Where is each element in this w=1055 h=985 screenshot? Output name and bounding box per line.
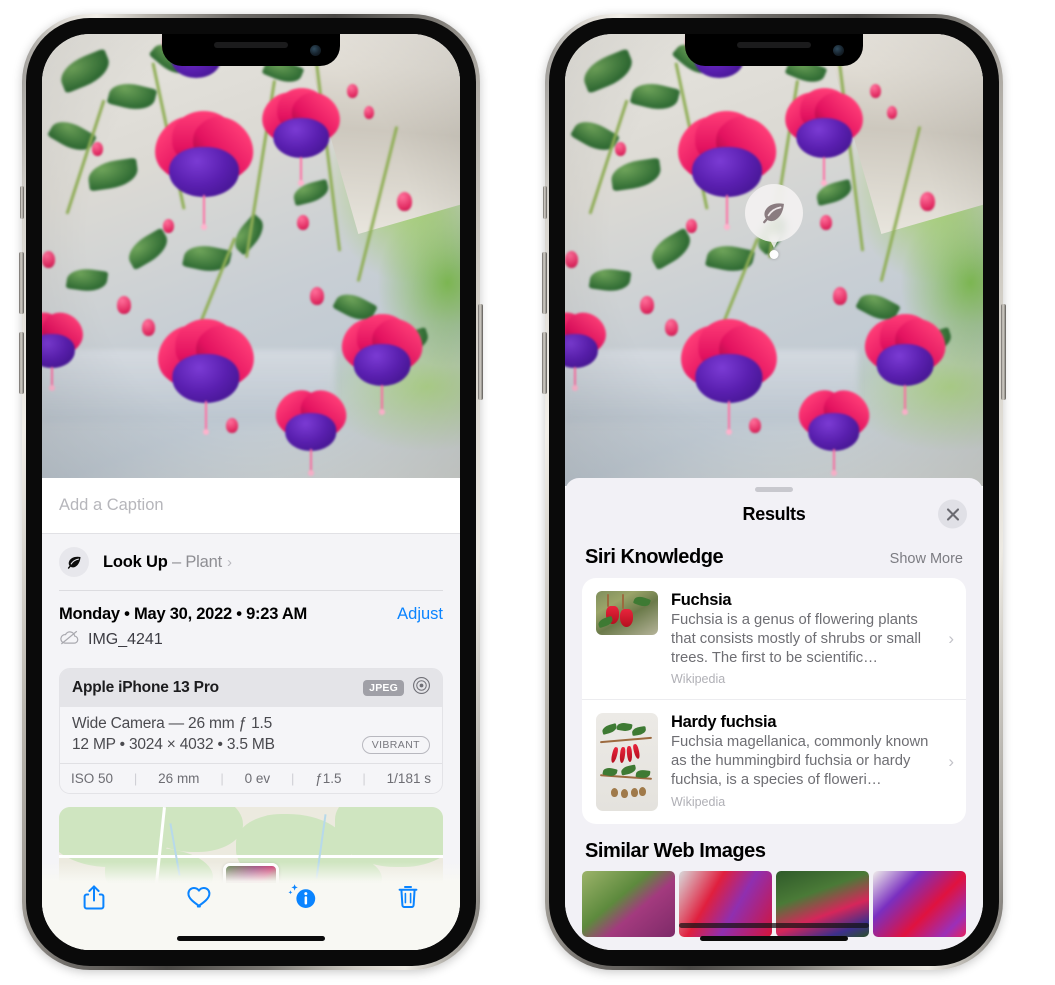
leaf-icon bbox=[59, 547, 89, 577]
stat-divider: | bbox=[133, 770, 138, 786]
photographic-style-badge: VIBRANT bbox=[361, 735, 430, 754]
camera-info-card[interactable]: Apple iPhone 13 Pro JPEG Wide Camera — 2… bbox=[59, 667, 443, 794]
photo-datetime: Monday • May 30, 2022 • 9:23 AM bbox=[59, 604, 308, 623]
silent-switch[interactable] bbox=[543, 186, 547, 219]
stat-divider: | bbox=[290, 770, 295, 786]
look-up-label: Look Up – Plant bbox=[103, 553, 222, 572]
exif-stat-shutter: 1/181 s bbox=[386, 770, 431, 786]
knowledge-source: Wikipedia bbox=[671, 794, 726, 809]
volume-up-button[interactable] bbox=[19, 252, 24, 314]
look-up-subject: Plant bbox=[185, 552, 222, 571]
left-iphone-device: Add a Caption ✦ ✦ Look Up – Plant › bbox=[19, 14, 483, 970]
look-up-dash: – bbox=[167, 552, 186, 571]
hardy-fuchsia-specimen-thumbnail bbox=[596, 713, 658, 812]
lens-line: Wide Camera — 26 mm ƒ 1.5 bbox=[72, 714, 273, 732]
siri-knowledge-card: Fuchsia Fuchsia is a genus of flowering … bbox=[582, 578, 966, 825]
camera-info-header: Apple iPhone 13 Pro JPEG bbox=[60, 668, 442, 707]
exif-stats-row: ISO 50 | 26 mm | 0 ev | ƒ1.5 | 1/181 s bbox=[60, 762, 442, 793]
cloud-slash-icon bbox=[59, 630, 80, 650]
chevron-right-icon: › bbox=[948, 752, 954, 772]
volume-down-button[interactable] bbox=[542, 332, 547, 394]
front-camera-icon bbox=[833, 45, 844, 56]
side-power-button[interactable] bbox=[1001, 304, 1006, 400]
format-badge: JPEG bbox=[363, 679, 404, 696]
date-block: Monday • May 30, 2022 • 9:23 AM Adjust I… bbox=[42, 591, 460, 656]
visual-look-up-anchor-dot bbox=[769, 250, 779, 259]
photo-fuchsia-plant[interactable] bbox=[565, 34, 983, 486]
knowledge-source: Wikipedia bbox=[671, 672, 726, 687]
right-iphone-device: Results Siri Knowledge Show More Fuchsia… bbox=[542, 14, 1006, 970]
heart-icon[interactable] bbox=[173, 876, 225, 918]
exif-stat-focal: 26 mm bbox=[158, 770, 200, 786]
right-screen: Results Siri Knowledge Show More Fuchsia… bbox=[565, 34, 983, 950]
side-power-button[interactable] bbox=[478, 304, 483, 400]
knowledge-row[interactable]: Fuchsia Fuchsia is a genus of flowering … bbox=[582, 578, 966, 699]
horizontal-scrollbar[interactable] bbox=[679, 923, 869, 928]
home-indicator[interactable] bbox=[700, 936, 848, 941]
home-indicator[interactable] bbox=[177, 936, 325, 941]
look-up-title: Look Up bbox=[103, 552, 168, 571]
siri-knowledge-title: Siri Knowledge bbox=[585, 546, 724, 568]
camera-info-body: Wide Camera — 26 mm ƒ 1.5 12 MP • 3024 ×… bbox=[60, 706, 442, 763]
notch bbox=[162, 34, 340, 66]
siri-knowledge-header: Siri Knowledge Show More bbox=[565, 536, 983, 578]
photo-info-panel: Add a Caption ✦ ✦ Look Up – Plant › bbox=[42, 478, 460, 950]
look-up-row[interactable]: ✦ ✦ Look Up – Plant › bbox=[42, 525, 460, 590]
show-more-button[interactable]: Show More bbox=[890, 551, 963, 567]
chevron-right-icon: › bbox=[226, 553, 232, 571]
silent-switch[interactable] bbox=[20, 186, 24, 219]
exif-stat-exposure: 0 ev bbox=[244, 770, 271, 786]
knowledge-description: Fuchsia magellanica, commonly known as t… bbox=[671, 734, 929, 788]
chevron-right-icon: › bbox=[948, 628, 954, 648]
screenshot-canvas: Add a Caption ✦ ✦ Look Up – Plant › bbox=[0, 0, 1055, 985]
results-title: Results bbox=[742, 503, 806, 524]
earpiece-speaker bbox=[214, 42, 288, 48]
adjust-button[interactable]: Adjust bbox=[397, 605, 443, 624]
knowledge-row[interactable]: Hardy fuchsia Fuchsia magellanica, commo… bbox=[582, 699, 966, 824]
similar-web-images-title: Similar Web Images bbox=[585, 840, 766, 863]
caption-input-placeholder[interactable]: Add a Caption bbox=[59, 496, 164, 515]
knowledge-description: Fuchsia is a genus of flowering plants t… bbox=[671, 612, 921, 666]
info-sparkle-icon[interactable] bbox=[277, 876, 329, 918]
visual-look-up-badge[interactable] bbox=[745, 184, 803, 242]
results-header: Results bbox=[565, 492, 983, 536]
stat-divider: | bbox=[220, 770, 224, 786]
notch bbox=[685, 34, 863, 66]
photo-fuchsia-plant[interactable] bbox=[42, 34, 460, 486]
exif-stat-iso: ISO 50 bbox=[71, 770, 114, 786]
earpiece-speaker bbox=[737, 42, 811, 48]
share-icon[interactable] bbox=[68, 876, 120, 918]
caption-row[interactable]: Add a Caption bbox=[42, 478, 460, 534]
exif-stat-aperture: ƒ1.5 bbox=[315, 770, 342, 786]
fuchsia-flowers-thumbnail bbox=[596, 591, 658, 635]
close-icon[interactable] bbox=[938, 499, 967, 529]
results-sheet: Results Siri Knowledge Show More Fuchsia… bbox=[565, 478, 983, 950]
knowledge-title: Fuchsia bbox=[671, 591, 732, 609]
fuchsia-magenta-bloom[interactable] bbox=[582, 871, 675, 938]
similar-web-images-header: Similar Web Images bbox=[565, 824, 983, 869]
photo-filename: IMG_4241 bbox=[88, 630, 163, 648]
aperture-icon bbox=[412, 676, 431, 700]
sparkle-icon-large: ✦ bbox=[42, 525, 44, 545]
fuchsia-purple-double[interactable] bbox=[873, 871, 966, 938]
stat-divider: | bbox=[362, 770, 366, 786]
camera-device-name: Apple iPhone 13 Pro bbox=[72, 678, 219, 696]
trash-icon[interactable] bbox=[382, 876, 434, 918]
volume-down-button[interactable] bbox=[19, 332, 24, 394]
knowledge-title: Hardy fuchsia bbox=[671, 713, 777, 732]
volume-up-button[interactable] bbox=[542, 252, 547, 314]
leaf-icon bbox=[763, 203, 784, 224]
front-camera-icon bbox=[310, 45, 321, 56]
image-specs-line: 12 MP • 3024 × 4032 • 3.5 MB bbox=[72, 735, 275, 753]
left-screen: Add a Caption ✦ ✦ Look Up – Plant › bbox=[42, 34, 460, 950]
